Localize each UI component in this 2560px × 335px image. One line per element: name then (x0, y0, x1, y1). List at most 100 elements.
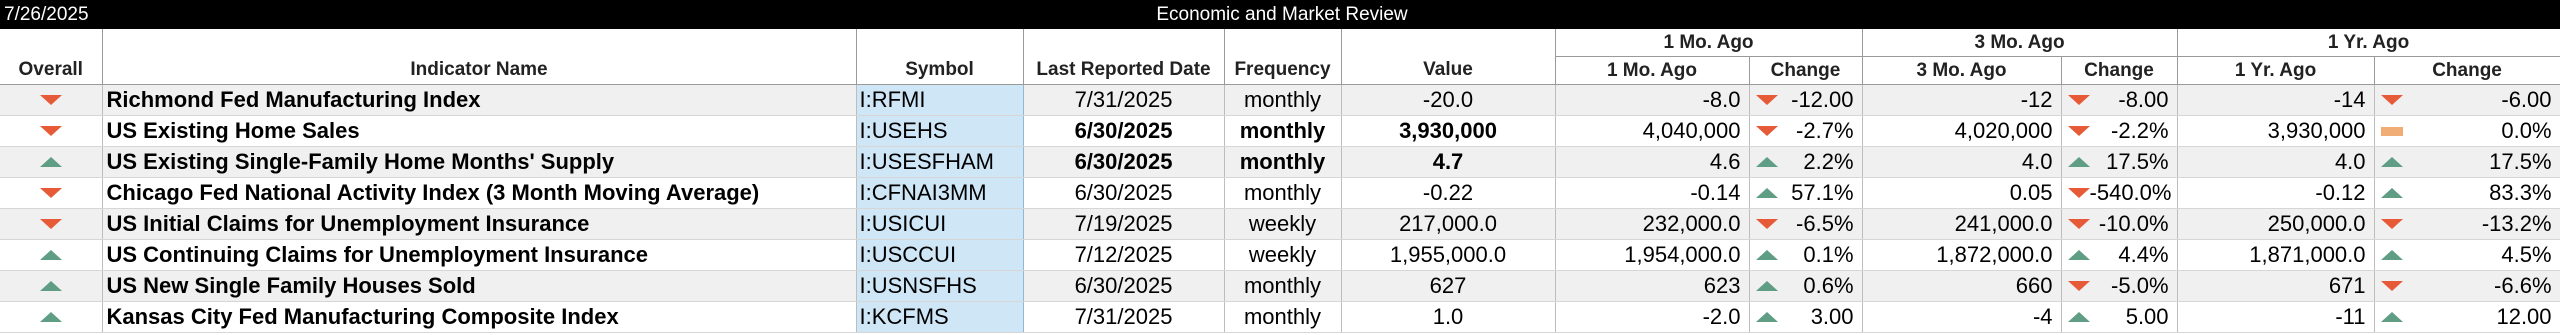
1mo-value-cell[interactable]: 232,000.0 (1555, 208, 1750, 240)
column-header-1mo[interactable]: 1 Mo. Ago (1555, 56, 1750, 85)
1mo-change-cell[interactable]: 3.00 (1749, 301, 1863, 333)
last-date-cell[interactable]: 6/30/2025 (1023, 115, 1225, 147)
value-cell[interactable]: 1,955,000.0 (1341, 239, 1556, 271)
symbol-cell[interactable]: I:USESFHAM (856, 146, 1024, 178)
indicator-name-cell[interactable]: US Continuing Claims for Unemployment In… (102, 239, 857, 271)
3mo-value-cell[interactable]: 660 (1862, 270, 2062, 302)
column-header-overall[interactable]: Overall (0, 56, 103, 85)
indicator-name-cell[interactable]: US Initial Claims for Unemployment Insur… (102, 208, 857, 240)
1mo-value-cell[interactable]: 623 (1555, 270, 1750, 302)
overall-cell[interactable] (0, 208, 103, 240)
column-header-1yr[interactable]: 1 Yr. Ago (2177, 56, 2375, 85)
3mo-value-cell[interactable]: -12 (1862, 84, 2062, 116)
symbol-cell[interactable]: I:KCFMS (856, 301, 1024, 333)
frequency-cell[interactable]: monthly (1224, 270, 1342, 302)
column-header-last-date[interactable]: Last Reported Date (1023, 56, 1225, 85)
1yr-value-cell[interactable]: 671 (2177, 270, 2375, 302)
table-row[interactable]: Richmond Fed Manufacturing Index I:RFMI 7/… (0, 84, 2560, 116)
1yr-change-cell[interactable]: 0.0% (2374, 115, 2560, 147)
symbol-cell[interactable]: I:USEHS (856, 115, 1024, 147)
column-header-1mo-change[interactable]: Change (1749, 56, 1863, 85)
3mo-change-cell[interactable]: -5.0% (2061, 270, 2178, 302)
frequency-cell[interactable]: monthly (1224, 301, 1342, 333)
column-header-frequency[interactable]: Frequency (1224, 56, 1342, 85)
3mo-change-cell[interactable]: 4.4% (2061, 239, 2178, 271)
overall-cell[interactable] (0, 84, 103, 116)
1mo-change-cell[interactable]: 0.1% (1749, 239, 1863, 271)
1yr-value-cell[interactable]: 1,871,000.0 (2177, 239, 2375, 271)
frequency-cell[interactable]: monthly (1224, 115, 1342, 147)
symbol-cell[interactable]: I:RFMI (856, 84, 1024, 116)
3mo-change-cell[interactable]: -2.2% (2061, 115, 2178, 147)
1yr-change-cell[interactable]: -6.6% (2374, 270, 2560, 302)
frequency-cell[interactable]: weekly (1224, 208, 1342, 240)
1yr-value-cell[interactable]: -14 (2177, 84, 2375, 116)
3mo-value-cell[interactable]: 1,872,000.0 (1862, 239, 2062, 271)
3mo-change-cell[interactable]: -540.0% (2061, 177, 2178, 209)
column-header-symbol[interactable]: Symbol (856, 56, 1024, 85)
indicator-name-cell[interactable]: Richmond Fed Manufacturing Index (102, 84, 857, 116)
1mo-change-cell[interactable]: 0.6% (1749, 270, 1863, 302)
overall-cell[interactable] (0, 177, 103, 209)
1yr-change-cell[interactable]: 83.3% (2374, 177, 2560, 209)
symbol-cell[interactable]: I:USNSFHS (856, 270, 1024, 302)
value-cell[interactable]: 4.7 (1341, 146, 1556, 178)
1mo-change-cell[interactable]: -6.5% (1749, 208, 1863, 240)
indicator-name-cell[interactable]: US New Single Family Houses Sold (102, 270, 857, 302)
1yr-value-cell[interactable]: -0.12 (2177, 177, 2375, 209)
1yr-change-cell[interactable]: -6.00 (2374, 84, 2560, 116)
indicator-name-cell[interactable]: Chicago Fed National Activity Index (3 M… (102, 177, 857, 209)
table-row[interactable]: US Existing Single-Family Home Months' S… (0, 146, 2560, 178)
column-header-3mo-change[interactable]: Change (2061, 56, 2178, 85)
value-cell[interactable]: 627 (1341, 270, 1556, 302)
table-row[interactable]: US Initial Claims for Unemployment Insur… (0, 208, 2560, 240)
last-date-cell[interactable]: 6/30/2025 (1023, 146, 1225, 178)
symbol-cell[interactable]: I:CFNAI3MM (856, 177, 1024, 209)
1mo-change-cell[interactable]: 57.1% (1749, 177, 1863, 209)
overall-cell[interactable] (0, 146, 103, 178)
1mo-value-cell[interactable]: -8.0 (1555, 84, 1750, 116)
1mo-change-cell[interactable]: -12.00 (1749, 84, 1863, 116)
last-date-cell[interactable]: 7/12/2025 (1023, 239, 1225, 271)
table-row[interactable]: Chicago Fed National Activity Index (3 M… (0, 177, 2560, 209)
1yr-value-cell[interactable]: 250,000.0 (2177, 208, 2375, 240)
3mo-value-cell[interactable]: 241,000.0 (1862, 208, 2062, 240)
last-date-cell[interactable]: 7/19/2025 (1023, 208, 1225, 240)
column-header-3mo[interactable]: 3 Mo. Ago (1862, 56, 2062, 85)
1mo-value-cell[interactable]: -0.14 (1555, 177, 1750, 209)
table-row[interactable]: US Existing Home Sales I:USEHS 6/30/2025 mo… (0, 115, 2560, 147)
1yr-change-cell[interactable]: 12.00 (2374, 301, 2560, 333)
last-date-cell[interactable]: 6/30/2025 (1023, 270, 1225, 302)
column-header-indicator[interactable]: Indicator Name (102, 56, 857, 85)
3mo-change-cell[interactable]: 17.5% (2061, 146, 2178, 178)
3mo-value-cell[interactable]: 0.05 (1862, 177, 2062, 209)
frequency-cell[interactable]: monthly (1224, 84, 1342, 116)
1yr-value-cell[interactable]: 3,930,000 (2177, 115, 2375, 147)
1yr-change-cell[interactable]: -13.2% (2374, 208, 2560, 240)
value-cell[interactable]: 217,000.0 (1341, 208, 1556, 240)
1mo-value-cell[interactable]: 4.6 (1555, 146, 1750, 178)
1yr-value-cell[interactable]: -11 (2177, 301, 2375, 333)
1yr-change-cell[interactable]: 4.5% (2374, 239, 2560, 271)
last-date-cell[interactable]: 7/31/2025 (1023, 84, 1225, 116)
3mo-change-cell[interactable]: 5.00 (2061, 301, 2178, 333)
indicator-name-cell[interactable]: US Existing Home Sales (102, 115, 857, 147)
frequency-cell[interactable]: monthly (1224, 146, 1342, 178)
column-header-value[interactable]: Value (1341, 56, 1556, 85)
3mo-value-cell[interactable]: 4,020,000 (1862, 115, 2062, 147)
1mo-change-cell[interactable]: -2.7% (1749, 115, 1863, 147)
symbol-cell[interactable]: I:USCCUI (856, 239, 1024, 271)
overall-cell[interactable] (0, 239, 103, 271)
frequency-cell[interactable]: monthly (1224, 177, 1342, 209)
1mo-value-cell[interactable]: -2.0 (1555, 301, 1750, 333)
value-cell[interactable]: -20.0 (1341, 84, 1556, 116)
table-row[interactable]: Kansas City Fed Manufacturing Composite … (0, 301, 2560, 333)
1yr-change-cell[interactable]: 17.5% (2374, 146, 2560, 178)
overall-cell[interactable] (0, 301, 103, 333)
symbol-cell[interactable]: I:USICUI (856, 208, 1024, 240)
1mo-value-cell[interactable]: 1,954,000.0 (1555, 239, 1750, 271)
overall-cell[interactable] (0, 270, 103, 302)
value-cell[interactable]: 1.0 (1341, 301, 1556, 333)
3mo-change-cell[interactable]: -10.0% (2061, 208, 2178, 240)
3mo-value-cell[interactable]: -4 (1862, 301, 2062, 333)
